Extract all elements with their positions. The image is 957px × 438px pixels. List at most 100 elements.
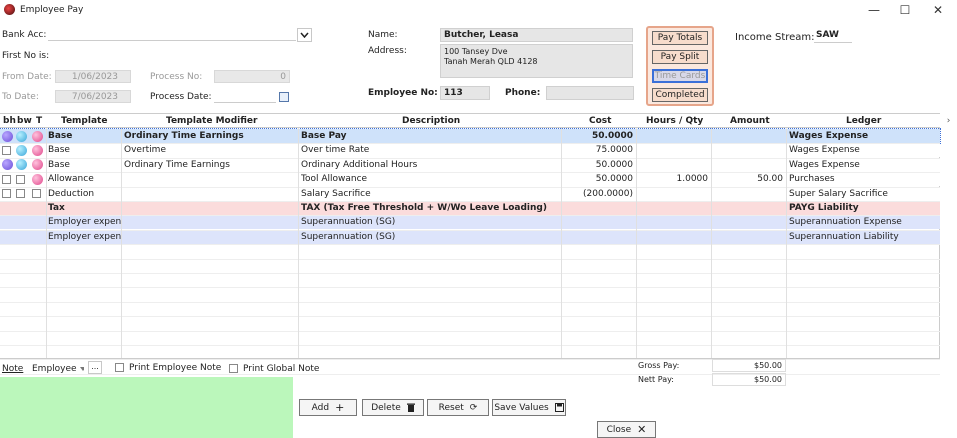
add-label: Add <box>311 402 330 413</box>
minimize-icon[interactable]: — <box>858 0 890 20</box>
row-checkbox[interactable] <box>2 172 11 186</box>
cell-cost <box>561 230 633 244</box>
phone-field <box>546 86 634 100</box>
row-divider <box>0 330 940 332</box>
to-date-field[interactable]: 7/06/2023 <box>55 90 131 103</box>
table-row[interactable]: Employer expen Superannuation (SG) Superan… <box>0 215 940 230</box>
row-status-icon[interactable] <box>2 129 13 143</box>
row-checkbox[interactable] <box>32 187 41 201</box>
row-divider <box>0 258 940 260</box>
save-values-button[interactable]: Save Values <box>492 399 566 416</box>
row-status-icon[interactable] <box>32 172 43 186</box>
from-date-field[interactable]: 1/06/2023 <box>55 70 131 83</box>
cell-ledger: Wages Expense <box>789 159 860 170</box>
save-icon <box>554 403 564 412</box>
cell-cost <box>561 215 633 229</box>
row-divider <box>0 201 940 202</box>
status-circle-icon <box>32 130 43 142</box>
row-status-icon[interactable] <box>32 129 43 143</box>
checkbox <box>16 189 25 199</box>
time-cards-button[interactable]: Time Cards <box>652 69 708 83</box>
col-ledger: Ledger <box>846 116 882 126</box>
row-status-icon[interactable] <box>32 158 43 172</box>
cell-template: Allowance <box>48 174 94 185</box>
checkbox <box>32 189 41 199</box>
status-circle-icon <box>2 159 13 171</box>
process-no-field[interactable]: 0 <box>214 70 290 83</box>
close-label: Close <box>606 424 632 435</box>
table-row[interactable]: Base Ordinary Time Earnings Ordinary Addit… <box>0 157 940 172</box>
bank-acc-line <box>48 40 296 41</box>
print-employee-note-checkbox[interactable] <box>115 363 124 372</box>
table-row[interactable]: Base Overtime Over time Rate 75.0000 Wages E… <box>0 143 940 158</box>
bank-acc-dropdown[interactable] <box>297 28 312 42</box>
print-global-note-label: Print Global Note <box>243 364 320 374</box>
completed-button[interactable]: Completed <box>652 88 708 102</box>
cell-template: Base <box>48 159 70 170</box>
address-field: 100 Tansey Dve Tanah Merah QLD 4128 <box>440 44 633 78</box>
print-global-note-checkbox[interactable] <box>229 364 238 373</box>
cell-amount: 50.00 <box>757 174 783 185</box>
cell-ledger: PAYG Liability <box>789 203 859 213</box>
cell-amount <box>711 143 783 157</box>
note-type-select[interactable]: Employee <box>32 362 84 376</box>
maximize-icon[interactable]: ☐ <box>889 0 921 20</box>
table-row[interactable]: Base Ordinary Time Earnings Base Pay 50.000… <box>0 128 941 144</box>
add-button[interactable]: Add + <box>299 399 357 416</box>
row-divider <box>0 229 940 231</box>
close-button[interactable]: Close ✕ <box>597 421 656 438</box>
reset-button[interactable]: Reset ⟳ <box>427 399 489 416</box>
checkbox <box>2 174 11 184</box>
cell-description: Over time Rate <box>301 145 370 156</box>
name-label: Name: <box>368 30 398 40</box>
row-divider <box>0 316 940 318</box>
note-ellipsis-button[interactable]: ... <box>88 361 102 374</box>
cell-ledger: Superannuation Liability <box>789 231 899 242</box>
row-checkbox[interactable] <box>2 143 11 157</box>
address-line1: 100 Tansey Dve <box>444 47 508 56</box>
cell-description: TAX (Tax Free Threshold + W/Wo Leave Loa… <box>301 203 547 213</box>
table-row[interactable]: Tax TAX (Tax Free Threshold + W/Wo Leave … <box>0 201 940 215</box>
row-status-icon[interactable] <box>16 158 27 172</box>
employee-name-field: Butcher, Leasa <box>440 28 633 42</box>
table-row[interactable]: Employer expen Superannuation (SG) Superan… <box>0 229 940 244</box>
employee-no-field: 113 <box>440 86 490 100</box>
cell-template: Deduction <box>48 188 95 199</box>
cell-amount <box>711 129 783 143</box>
row-status-icon[interactable] <box>2 158 13 172</box>
cell-cost: 75.0000 <box>595 145 633 156</box>
status-circle-icon <box>32 144 43 156</box>
status-circle-icon <box>32 173 43 185</box>
table-row[interactable]: Deduction Salary Sacrifice (200.0000) Super… <box>0 186 940 201</box>
row-status-icon[interactable] <box>32 143 43 157</box>
row-divider <box>0 172 940 174</box>
scroll-right-icon[interactable]: › <box>940 114 957 128</box>
row-checkbox[interactable] <box>16 172 25 186</box>
row-status-icon[interactable] <box>16 143 27 157</box>
income-stream-field[interactable]: SAW <box>814 30 852 43</box>
cell-template: Base <box>48 145 70 156</box>
row-status-icon[interactable] <box>16 129 27 143</box>
close-x-icon: ✕ <box>637 423 647 436</box>
close-window-icon[interactable]: ✕ <box>922 0 954 20</box>
col-amount: Amount <box>730 116 770 126</box>
col-bw: bw <box>17 116 32 126</box>
table-row[interactable]: Allowance Tool Allowance 50.0000 1.0000 50.0… <box>0 172 940 187</box>
cell-description: Salary Sacrifice <box>301 188 371 199</box>
refresh-icon: ⟳ <box>469 402 478 413</box>
pay-totals-button[interactable]: Pay Totals <box>652 31 708 45</box>
print-employee-note-label: Print Employee Note <box>129 363 222 373</box>
row-checkbox[interactable] <box>2 187 11 201</box>
row-checkbox[interactable] <box>16 187 25 201</box>
cell-template: Employer expen <box>48 231 122 242</box>
cell-amount <box>711 230 783 244</box>
calendar-icon[interactable] <box>279 92 289 102</box>
plus-icon: + <box>335 401 345 414</box>
cell-hours <box>636 158 708 172</box>
cell-hours <box>636 187 708 201</box>
pay-actions-panel: Pay Totals Pay Split Time Cards Complete… <box>646 26 714 106</box>
note-text-area[interactable] <box>0 377 293 438</box>
pay-split-button[interactable]: Pay Split <box>652 50 708 64</box>
delete-button[interactable]: Delete <box>362 399 424 416</box>
address-line2: Tanah Merah QLD 4128 <box>444 57 538 66</box>
